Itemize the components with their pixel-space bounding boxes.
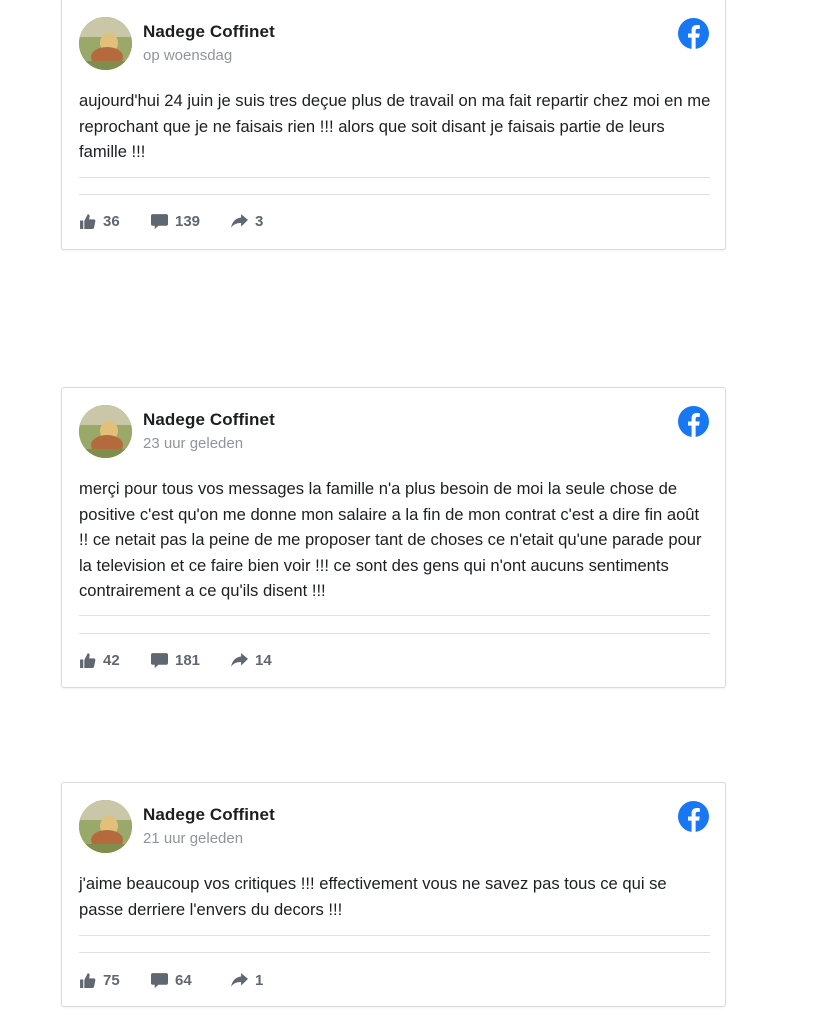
post-text: j'aime beaucoup vos critiques !!! effect…: [79, 874, 667, 919]
like-icon: [80, 653, 96, 668]
share-count-value: 14: [255, 652, 272, 669]
share-icon: [231, 973, 248, 987]
author-name[interactable]: Nadege Coffinet: [143, 22, 275, 42]
comment-icon: [151, 214, 168, 229]
comment-icon: [151, 653, 168, 668]
divider: [79, 633, 710, 634]
author-name[interactable]: Nadege Coffinet: [143, 805, 275, 825]
author-name[interactable]: Nadege Coffinet: [143, 410, 275, 430]
like-count[interactable]: 42: [79, 652, 151, 669]
comment-count[interactable]: 181: [151, 652, 231, 669]
facebook-icon[interactable]: [678, 18, 709, 49]
comment-icon: [151, 973, 168, 988]
divider: [79, 177, 710, 178]
post-time[interactable]: 21 uur geleden: [143, 830, 243, 847]
post-text: merçi pour tous vos messages la famille …: [79, 479, 702, 600]
page: Nadege Coffinet op woensdag aujourd'hui …: [0, 0, 828, 1024]
post-card: Nadege Coffinet op woensdag aujourd'hui …: [61, 0, 726, 250]
divider: [79, 935, 710, 936]
divider: [79, 194, 710, 195]
like-count[interactable]: 75: [79, 972, 151, 989]
share-icon: [231, 214, 248, 228]
like-count-value: 42: [103, 652, 120, 669]
post-time[interactable]: 23 uur geleden: [143, 435, 243, 452]
comment-count[interactable]: 64: [151, 972, 231, 989]
like-count-value: 75: [103, 972, 120, 989]
post-text: aujourd'hui 24 juin je suis tres deçue p…: [79, 91, 711, 161]
post-stats: 36 139 3: [79, 213, 281, 230]
share-count[interactable]: 14: [231, 652, 281, 669]
share-icon: [231, 653, 248, 667]
comment-count-value: 181: [175, 652, 201, 669]
post-stats: 75 64 1: [79, 972, 281, 989]
share-count-value: 3: [255, 213, 264, 230]
share-count-value: 1: [255, 972, 264, 989]
comment-count[interactable]: 139: [151, 213, 231, 230]
post-stats: 42 181 14: [79, 652, 281, 669]
like-icon: [80, 214, 96, 229]
divider: [79, 615, 710, 616]
like-count-value: 36: [103, 213, 120, 230]
facebook-icon[interactable]: [678, 801, 709, 832]
facebook-icon[interactable]: [678, 406, 709, 437]
comment-count-value: 64: [175, 972, 192, 989]
divider: [79, 952, 710, 953]
avatar[interactable]: [79, 405, 132, 458]
post-card: Nadege Coffinet 23 uur geleden merçi pou…: [61, 387, 726, 688]
post-card: Nadege Coffinet 21 uur geleden j'aime be…: [61, 782, 726, 1007]
post-time[interactable]: op woensdag: [143, 47, 232, 64]
share-count[interactable]: 1: [231, 972, 281, 989]
comment-count-value: 139: [175, 213, 201, 230]
like-icon: [80, 973, 96, 988]
like-count[interactable]: 36: [79, 213, 151, 230]
avatar[interactable]: [79, 800, 132, 853]
avatar[interactable]: [79, 17, 132, 70]
share-count[interactable]: 3: [231, 213, 281, 230]
